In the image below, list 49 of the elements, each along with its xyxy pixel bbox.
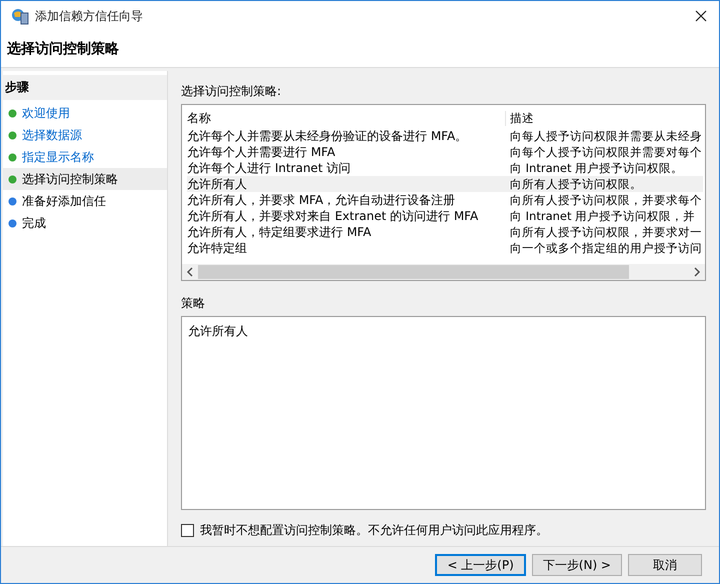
scroll-left-icon[interactable]: [186, 267, 194, 277]
table-cell-text: 允许每个人进行 Intranet 访问: [187, 160, 352, 176]
table-cell-text: 允许特定组: [187, 240, 248, 256]
wizard-button[interactable]: 取消: [628, 554, 702, 576]
step-item: 选择数据源: [3, 124, 167, 146]
policy-list[interactable]: [181, 104, 706, 281]
table-cell-text: 向所有人授予访问权限。: [509, 176, 643, 192]
column-header[interactable]: 描述: [505, 110, 703, 126]
globe-server-icon: [11, 7, 29, 25]
table-cell-text: 向一个或多个指定组的用户授予访问: [509, 240, 703, 256]
horizontal-scrollbar[interactable]: [182, 264, 705, 280]
policy-label: 策略: [181, 295, 206, 312]
policy-row[interactable]: 允许每个人进行 Intranet 访问 向 Intranet 用户授予访问权限。: [187, 160, 703, 176]
policy-list-label: 选择访问控制策略:: [181, 83, 282, 100]
policy-text-area[interactable]: 允许所有人: [181, 316, 706, 510]
checkbox-label: 我暂时不想配置访问控制策略。不允许任何用户访问此应用程序。: [200, 522, 548, 539]
policy-row[interactable]: 允许特定组 向一个或多个指定组的用户授予访问: [187, 240, 703, 256]
policy-row[interactable]: 允许每个人并需要从未经身份验证的设备进行 MFA。 向每人授予访问权限并需要从未经身: [187, 128, 703, 144]
policy-row[interactable]: 允许所有人 向所有人授予访问权限。: [187, 176, 703, 192]
table-cell-text: 允许所有人，并要求对来自 Extranet 的访问进行 MFA: [187, 208, 480, 224]
column-header[interactable]: 名称: [187, 110, 505, 126]
checkbox[interactable]: [181, 524, 194, 537]
table-cell-text: 允许每个人并需要进行 MFA: [187, 144, 336, 160]
scroll-right-icon[interactable]: [693, 267, 701, 277]
table-cell-text: 允许所有人: [187, 176, 248, 192]
policy-row[interactable]: 允许每个人并需要进行 MFA 向每个人授予访问权限并需要对每个: [187, 144, 703, 160]
policy-row[interactable]: 允许所有人，并要求 MFA，允许自动进行设备注册 向所有人授予访问权限，并要求每个: [187, 192, 703, 208]
policy-row[interactable]: 允许所有人，特定组要求进行 MFA 向所有人授予访问权限，并要求对一: [187, 224, 703, 240]
step-item: 选择访问控制策略: [3, 168, 167, 190]
steps-heading: 步骤: [3, 75, 167, 100]
table-cell-text: 向所有人授予访问权限，并要求对一: [509, 224, 703, 240]
step-item: 准备好添加信任: [3, 190, 167, 212]
table-cell-text: 向所有人授予访问权限，并要求每个: [509, 192, 703, 208]
wizard-button[interactable]: < 上一步(P): [435, 554, 526, 576]
step-item: 指定显示名称: [3, 146, 167, 168]
wizard-button[interactable]: 下一步(N) >: [532, 554, 622, 576]
step-item: 完成: [3, 212, 167, 234]
table-cell-text: 向 Intranet 用户授予访问权限。: [509, 160, 684, 176]
table-cell-text: 允许所有人，特定组要求进行 MFA: [187, 224, 372, 240]
policy-row[interactable]: 允许所有人，并要求对来自 Extranet 的访问进行 MFA 向 Intranet 用户授予访问权限，并: [187, 208, 703, 224]
table-cell-text: 向每个人授予访问权限并需要对每个: [509, 144, 703, 160]
table-cell-text: 向每人授予访问权限并需要从未经身: [509, 128, 703, 144]
table-cell-text: 允许所有人，并要求 MFA，允许自动进行设备注册: [187, 192, 456, 208]
page-title: 选择访问控制策略: [7, 40, 119, 58]
table-cell-text: 向 Intranet 用户授予访问权限，并: [509, 208, 696, 224]
step-item: 欢迎使用: [3, 102, 167, 124]
window-title: 添加信赖方信任向导: [35, 8, 144, 24]
close-icon[interactable]: [695, 10, 707, 22]
table-cell-text: 允许每个人并需要从未经身份验证的设备进行 MFA。: [187, 128, 468, 144]
